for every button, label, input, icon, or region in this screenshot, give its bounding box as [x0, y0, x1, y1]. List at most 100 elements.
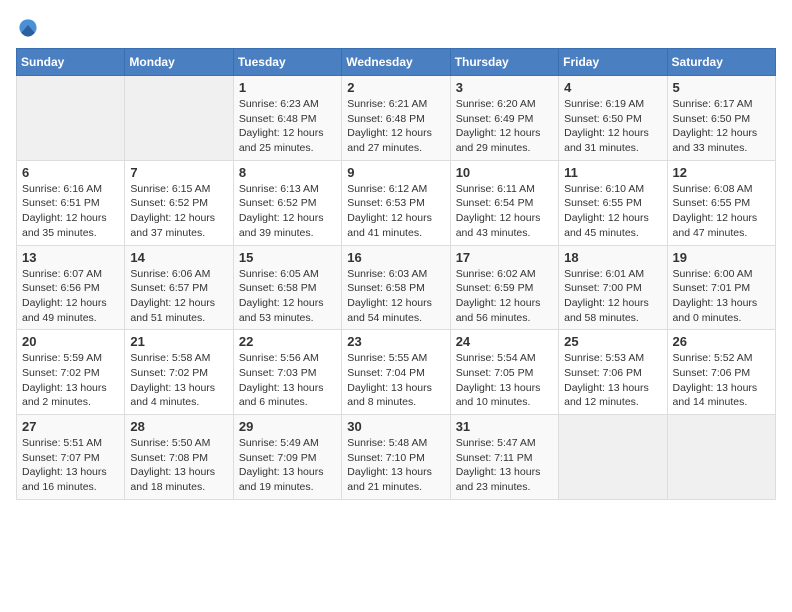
calendar-cell: 4Sunrise: 6:19 AM Sunset: 6:50 PM Daylig…	[559, 76, 667, 161]
week-row-5: 27 Sunrise: 5:51 AM Sunset: 7:07 PM Dayli…	[17, 415, 776, 500]
day-header-sunday: Sunday	[17, 49, 125, 76]
day-info: Sunrise: 6:13 AM Sunset: 6:52 PM Dayligh…	[239, 182, 336, 241]
day-info: Sunrise: 6:05 AM Sunset: 6:58 PM Dayligh…	[239, 267, 336, 326]
calendar-cell: 2 Sunrise: 6:21 AM Sunset: 6:48 PM Daylig…	[342, 76, 450, 161]
day-number: 14	[130, 250, 227, 265]
day-header-friday: Friday	[559, 49, 667, 76]
day-info: Sunrise: 6:16 AM Sunset: 6:51 PM Dayligh…	[22, 182, 119, 241]
day-info: Sunrise: 6:11 AM Sunset: 6:54 PM Dayligh…	[456, 182, 553, 241]
calendar-cell: 6Sunrise: 6:16 AM Sunset: 6:51 PM Daylig…	[17, 160, 125, 245]
day-info: Sunrise: 5:54 AM Sunset: 7:05 PM Dayligh…	[456, 351, 553, 410]
week-row-2: 6Sunrise: 6:16 AM Sunset: 6:51 PM Daylig…	[17, 160, 776, 245]
day-number: 28	[130, 419, 227, 434]
day-number: 10	[456, 165, 553, 180]
day-info: Sunrise: 5:53 AM Sunset: 7:06 PM Dayligh…	[564, 351, 661, 410]
day-info: Sunrise: 6:19 AM Sunset: 6:50 PM Dayligh…	[564, 97, 661, 156]
calendar-cell	[559, 415, 667, 500]
week-row-3: 13Sunrise: 6:07 AM Sunset: 6:56 PM Dayli…	[17, 245, 776, 330]
day-number: 1	[239, 80, 336, 95]
logo	[16, 16, 44, 40]
calendar-cell: 26Sunrise: 5:52 AM Sunset: 7:06 PM Dayli…	[667, 330, 775, 415]
day-header-monday: Monday	[125, 49, 233, 76]
day-info: Sunrise: 6:20 AM Sunset: 6:49 PM Dayligh…	[456, 97, 553, 156]
calendar-cell: 21 Sunrise: 5:58 AM Sunset: 7:02 PM Dayli…	[125, 330, 233, 415]
day-header-saturday: Saturday	[667, 49, 775, 76]
calendar-body: 1 Sunrise: 6:23 AM Sunset: 6:48 PM Daylig…	[17, 76, 776, 500]
day-number: 29	[239, 419, 336, 434]
day-info: Sunrise: 6:03 AM Sunset: 6:58 PM Dayligh…	[347, 267, 444, 326]
day-info: Sunrise: 5:58 AM Sunset: 7:02 PM Dayligh…	[130, 351, 227, 410]
day-number: 19	[673, 250, 770, 265]
day-info: Sunrise: 6:21 AM Sunset: 6:48 PM Dayligh…	[347, 97, 444, 156]
day-info: Sunrise: 5:47 AM Sunset: 7:11 PM Dayligh…	[456, 436, 553, 495]
day-number: 17	[456, 250, 553, 265]
calendar-cell: 27 Sunrise: 5:51 AM Sunset: 7:07 PM Dayli…	[17, 415, 125, 500]
calendar-cell: 15 Sunrise: 6:05 AM Sunset: 6:58 PM Dayli…	[233, 245, 341, 330]
day-info: Sunrise: 6:12 AM Sunset: 6:53 PM Dayligh…	[347, 182, 444, 241]
page-header	[16, 16, 776, 40]
calendar-cell: 20 Sunrise: 5:59 AM Sunset: 7:02 PM Dayli…	[17, 330, 125, 415]
calendar-cell	[17, 76, 125, 161]
day-info: Sunrise: 6:06 AM Sunset: 6:57 PM Dayligh…	[130, 267, 227, 326]
day-number: 18	[564, 250, 661, 265]
day-number: 3	[456, 80, 553, 95]
day-info: Sunrise: 6:02 AM Sunset: 6:59 PM Dayligh…	[456, 267, 553, 326]
day-info: Sunrise: 5:51 AM Sunset: 7:07 PM Dayligh…	[22, 436, 119, 495]
day-info: Sunrise: 5:55 AM Sunset: 7:04 PM Dayligh…	[347, 351, 444, 410]
day-info: Sunrise: 5:59 AM Sunset: 7:02 PM Dayligh…	[22, 351, 119, 410]
day-info: Sunrise: 5:56 AM Sunset: 7:03 PM Dayligh…	[239, 351, 336, 410]
calendar-cell: 18 Sunrise: 6:01 AM Sunset: 7:00 PM Dayli…	[559, 245, 667, 330]
day-number: 13	[22, 250, 119, 265]
day-number: 7	[130, 165, 227, 180]
day-info: Sunrise: 5:50 AM Sunset: 7:08 PM Dayligh…	[130, 436, 227, 495]
calendar-cell: 14 Sunrise: 6:06 AM Sunset: 6:57 PM Dayli…	[125, 245, 233, 330]
day-number: 31	[456, 419, 553, 434]
calendar-cell: 24 Sunrise: 5:54 AM Sunset: 7:05 PM Dayli…	[450, 330, 558, 415]
day-info: Sunrise: 6:01 AM Sunset: 7:00 PM Dayligh…	[564, 267, 661, 326]
calendar-table: SundayMondayTuesdayWednesdayThursdayFrid…	[16, 48, 776, 500]
header-row: SundayMondayTuesdayWednesdayThursdayFrid…	[17, 49, 776, 76]
day-number: 21	[130, 334, 227, 349]
calendar-cell: 11Sunrise: 6:10 AM Sunset: 6:55 PM Dayli…	[559, 160, 667, 245]
day-info: Sunrise: 6:17 AM Sunset: 6:50 PM Dayligh…	[673, 97, 770, 156]
day-info: Sunrise: 5:49 AM Sunset: 7:09 PM Dayligh…	[239, 436, 336, 495]
day-info: Sunrise: 6:08 AM Sunset: 6:55 PM Dayligh…	[673, 182, 770, 241]
day-number: 27	[22, 419, 119, 434]
calendar-cell: 31 Sunrise: 5:47 AM Sunset: 7:11 PM Dayli…	[450, 415, 558, 500]
day-info: Sunrise: 6:15 AM Sunset: 6:52 PM Dayligh…	[130, 182, 227, 241]
day-info: Sunrise: 5:48 AM Sunset: 7:10 PM Dayligh…	[347, 436, 444, 495]
day-number: 23	[347, 334, 444, 349]
day-number: 26	[673, 334, 770, 349]
day-header-thursday: Thursday	[450, 49, 558, 76]
calendar-cell: 22 Sunrise: 5:56 AM Sunset: 7:03 PM Dayli…	[233, 330, 341, 415]
day-number: 25	[564, 334, 661, 349]
day-number: 12	[673, 165, 770, 180]
calendar-cell: 29 Sunrise: 5:49 AM Sunset: 7:09 PM Dayli…	[233, 415, 341, 500]
calendar-cell: 17 Sunrise: 6:02 AM Sunset: 6:59 PM Dayli…	[450, 245, 558, 330]
day-number: 22	[239, 334, 336, 349]
calendar-cell: 19 Sunrise: 6:00 AM Sunset: 7:01 PM Dayli…	[667, 245, 775, 330]
day-number: 15	[239, 250, 336, 265]
calendar-cell	[125, 76, 233, 161]
day-number: 5	[673, 80, 770, 95]
calendar-cell: 3 Sunrise: 6:20 AM Sunset: 6:49 PM Daylig…	[450, 76, 558, 161]
calendar-cell: 30 Sunrise: 5:48 AM Sunset: 7:10 PM Dayli…	[342, 415, 450, 500]
day-number: 8	[239, 165, 336, 180]
day-number: 9	[347, 165, 444, 180]
calendar-cell: 5 Sunrise: 6:17 AM Sunset: 6:50 PM Daylig…	[667, 76, 775, 161]
calendar-cell: 8 Sunrise: 6:13 AM Sunset: 6:52 PM Daylig…	[233, 160, 341, 245]
logo-icon	[16, 16, 40, 40]
calendar-cell	[667, 415, 775, 500]
calendar-cell: 16Sunrise: 6:03 AM Sunset: 6:58 PM Dayli…	[342, 245, 450, 330]
day-header-wednesday: Wednesday	[342, 49, 450, 76]
calendar-cell: 1 Sunrise: 6:23 AM Sunset: 6:48 PM Daylig…	[233, 76, 341, 161]
day-info: Sunrise: 6:00 AM Sunset: 7:01 PM Dayligh…	[673, 267, 770, 326]
calendar-cell: 25 Sunrise: 5:53 AM Sunset: 7:06 PM Dayli…	[559, 330, 667, 415]
calendar-cell: 23 Sunrise: 5:55 AM Sunset: 7:04 PM Dayli…	[342, 330, 450, 415]
day-number: 30	[347, 419, 444, 434]
calendar-cell: 28 Sunrise: 5:50 AM Sunset: 7:08 PM Dayli…	[125, 415, 233, 500]
day-number: 24	[456, 334, 553, 349]
day-number: 2	[347, 80, 444, 95]
day-info: Sunrise: 6:23 AM Sunset: 6:48 PM Dayligh…	[239, 97, 336, 156]
day-number: 20	[22, 334, 119, 349]
